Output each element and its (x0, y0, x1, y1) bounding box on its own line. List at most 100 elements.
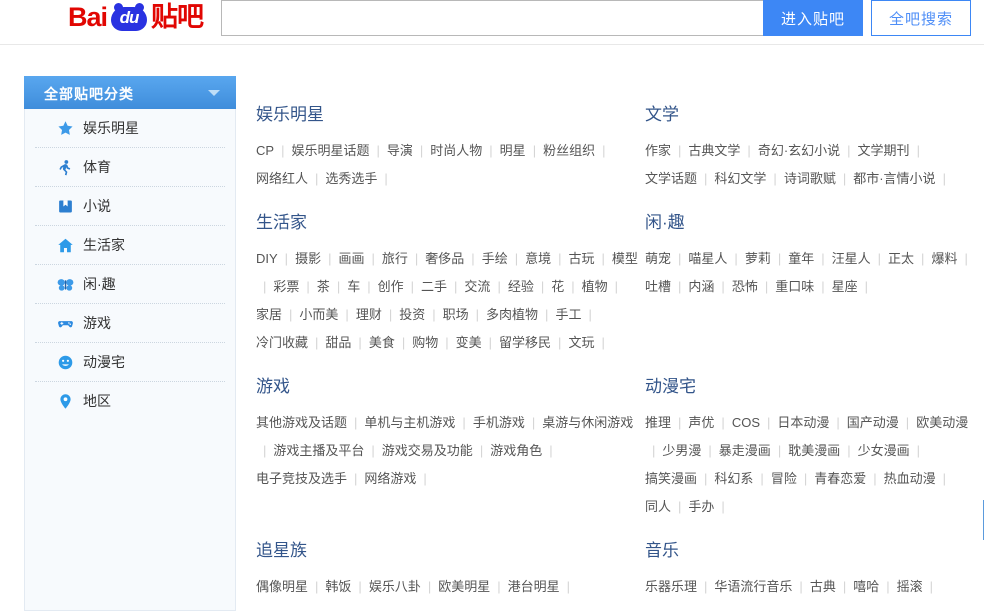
category-tag-link[interactable]: 正太 (888, 247, 914, 271)
category-tag-link[interactable]: 冒险 (771, 467, 797, 491)
category-tag-link[interactable]: 科幻文学 (714, 167, 766, 191)
category-tag-link[interactable]: 小而美 (299, 303, 338, 327)
category-tag-link[interactable]: 单机与主机游戏 (364, 411, 455, 435)
category-tag-link[interactable]: 留学移民 (499, 331, 551, 355)
category-tag-link[interactable]: 购物 (412, 331, 438, 355)
category-tag-link[interactable]: 娱乐明星话题 (291, 139, 369, 163)
category-tag-link[interactable]: 暴走漫画 (719, 439, 771, 463)
category-tag-link[interactable]: 桌游与休闲游戏 (542, 411, 633, 435)
category-tag-link[interactable]: 恐怖 (732, 275, 758, 299)
category-tag-link[interactable]: 港台明星 (508, 575, 560, 599)
category-tag-link[interactable]: COS (732, 411, 760, 435)
sidebar-item-3[interactable]: 生活家 (35, 226, 225, 265)
sidebar-item-5[interactable]: 游戏 (35, 304, 225, 343)
category-tag-link[interactable]: 欧美动漫 (916, 411, 968, 435)
sidebar-item-4[interactable]: 闲·趣 (35, 265, 225, 304)
sidebar-header[interactable]: 全部贴吧分类 (24, 76, 236, 109)
category-tag-link[interactable]: 都市·言情小说 (853, 167, 935, 191)
category-tag-link[interactable]: 同人 (645, 495, 671, 519)
category-tag-link[interactable]: 汪星人 (832, 247, 871, 271)
category-tag-link[interactable]: DIY (256, 247, 278, 271)
category-tag-link[interactable]: 理财 (356, 303, 382, 327)
category-tag-link[interactable]: 童年 (788, 247, 814, 271)
category-tag-link[interactable]: 游戏主播及平台 (273, 439, 364, 463)
category-tag-link[interactable]: 古玩 (569, 247, 595, 271)
category-tag-link[interactable]: 变美 (456, 331, 482, 355)
category-tag-link[interactable]: 游戏角色 (490, 439, 542, 463)
category-tag-link[interactable]: 古典文学 (688, 139, 740, 163)
category-tag-link[interactable]: 文玩 (568, 331, 594, 355)
category-tag-link[interactable]: 偶像明星 (256, 575, 308, 599)
category-tag-link[interactable]: 诗词歌赋 (784, 167, 836, 191)
category-tag-link[interactable]: 投资 (399, 303, 425, 327)
category-tag-link[interactable]: 甜品 (325, 331, 351, 355)
category-tag-link[interactable]: 作家 (645, 139, 671, 163)
category-tag-link[interactable]: 声优 (688, 411, 714, 435)
category-tag-link[interactable]: 摄影 (295, 247, 321, 271)
category-tag-link[interactable]: 家居 (256, 303, 282, 327)
baidu-tieba-logo[interactable]: Baidu贴吧 (68, 2, 203, 32)
category-tag-link[interactable]: 导演 (387, 139, 413, 163)
category-tag-link[interactable]: 吐槽 (645, 275, 671, 299)
category-tag-link[interactable]: 网络游戏 (364, 467, 416, 491)
category-tag-link[interactable]: 文学话题 (645, 167, 697, 191)
sidebar-item-7[interactable]: 地区 (35, 382, 225, 421)
category-tag-link[interactable]: 乐器乐理 (645, 575, 697, 599)
category-tag-link[interactable]: 美食 (369, 331, 395, 355)
category-tag-link[interactable]: 日本动漫 (777, 411, 829, 435)
category-tag-link[interactable]: 嘻哈 (853, 575, 879, 599)
category-tag-link[interactable]: 手绘 (482, 247, 508, 271)
category-tag-link[interactable]: 创作 (378, 275, 404, 299)
sidebar-item-0[interactable]: 娱乐明星 (35, 109, 225, 148)
category-tag-link[interactable]: 搞笑漫画 (645, 467, 697, 491)
sidebar-item-2[interactable]: 小说 (35, 187, 225, 226)
category-tag-link[interactable]: 电子竞技及选手 (256, 467, 347, 491)
category-tag-link[interactable]: 花 (551, 275, 564, 299)
chevron-down-icon[interactable] (208, 90, 220, 96)
category-tag-link[interactable]: 冷门收藏 (256, 331, 308, 355)
category-tag-link[interactable]: 车 (347, 275, 360, 299)
category-tag-link[interactable]: 少男漫 (662, 439, 701, 463)
category-tag-link[interactable]: 少女漫画 (858, 439, 910, 463)
category-tag-link[interactable]: 时尚人物 (430, 139, 482, 163)
category-tag-link[interactable]: 热血动漫 (884, 467, 936, 491)
category-tag-link[interactable]: 经验 (508, 275, 534, 299)
category-tag-link[interactable]: 欧美明星 (438, 575, 490, 599)
category-tag-link[interactable]: 画画 (338, 247, 364, 271)
category-tag-link[interactable]: 爆料 (931, 247, 957, 271)
category-tag-link[interactable]: 游戏交易及功能 (382, 439, 473, 463)
category-tag-link[interactable]: 韩饭 (325, 575, 351, 599)
category-tag-link[interactable]: 多肉植物 (486, 303, 538, 327)
category-tag-link[interactable]: 科幻系 (714, 467, 753, 491)
category-tag-link[interactable]: 职场 (443, 303, 469, 327)
category-tag-link[interactable]: 交流 (464, 275, 490, 299)
category-tag-link[interactable]: 内涵 (688, 275, 714, 299)
category-tag-link[interactable]: 手工 (555, 303, 581, 327)
category-tag-link[interactable]: 星座 (832, 275, 858, 299)
category-tag-link[interactable]: 粉丝组织 (543, 139, 595, 163)
sidebar-item-6[interactable]: 动漫宅 (35, 343, 225, 382)
category-tag-link[interactable]: 重口味 (775, 275, 814, 299)
category-tag-link[interactable]: 国产动漫 (847, 411, 899, 435)
category-tag-link[interactable]: 青春恋爱 (814, 467, 866, 491)
category-tag-link[interactable]: 文学期刊 (858, 139, 910, 163)
category-tag-link[interactable]: 旅行 (382, 247, 408, 271)
category-tag-link[interactable]: 手机游戏 (473, 411, 525, 435)
category-tag-link[interactable]: 耽美漫画 (788, 439, 840, 463)
category-tag-link[interactable]: 明星 (500, 139, 526, 163)
category-tag-link[interactable]: 意境 (525, 247, 551, 271)
search-input[interactable] (221, 0, 764, 36)
category-tag-link[interactable]: 摇滚 (897, 575, 923, 599)
category-tag-link[interactable]: 娱乐八卦 (369, 575, 421, 599)
category-tag-link[interactable]: 华语流行音乐 (714, 575, 792, 599)
enter-tieba-button[interactable]: 进入贴吧 (763, 0, 863, 36)
category-tag-link[interactable]: 其他游戏及话题 (256, 411, 347, 435)
category-tag-link[interactable]: 茶 (317, 275, 330, 299)
category-tag-link[interactable]: 二手 (421, 275, 447, 299)
category-tag-link[interactable]: 奢侈品 (425, 247, 464, 271)
category-tag-link[interactable]: 推理 (645, 411, 671, 435)
category-tag-link[interactable]: 模型 (612, 247, 638, 271)
category-tag-link[interactable]: 手办 (688, 495, 714, 519)
category-tag-link[interactable]: CP (256, 139, 274, 163)
category-tag-link[interactable]: 萌宠 (645, 247, 671, 271)
